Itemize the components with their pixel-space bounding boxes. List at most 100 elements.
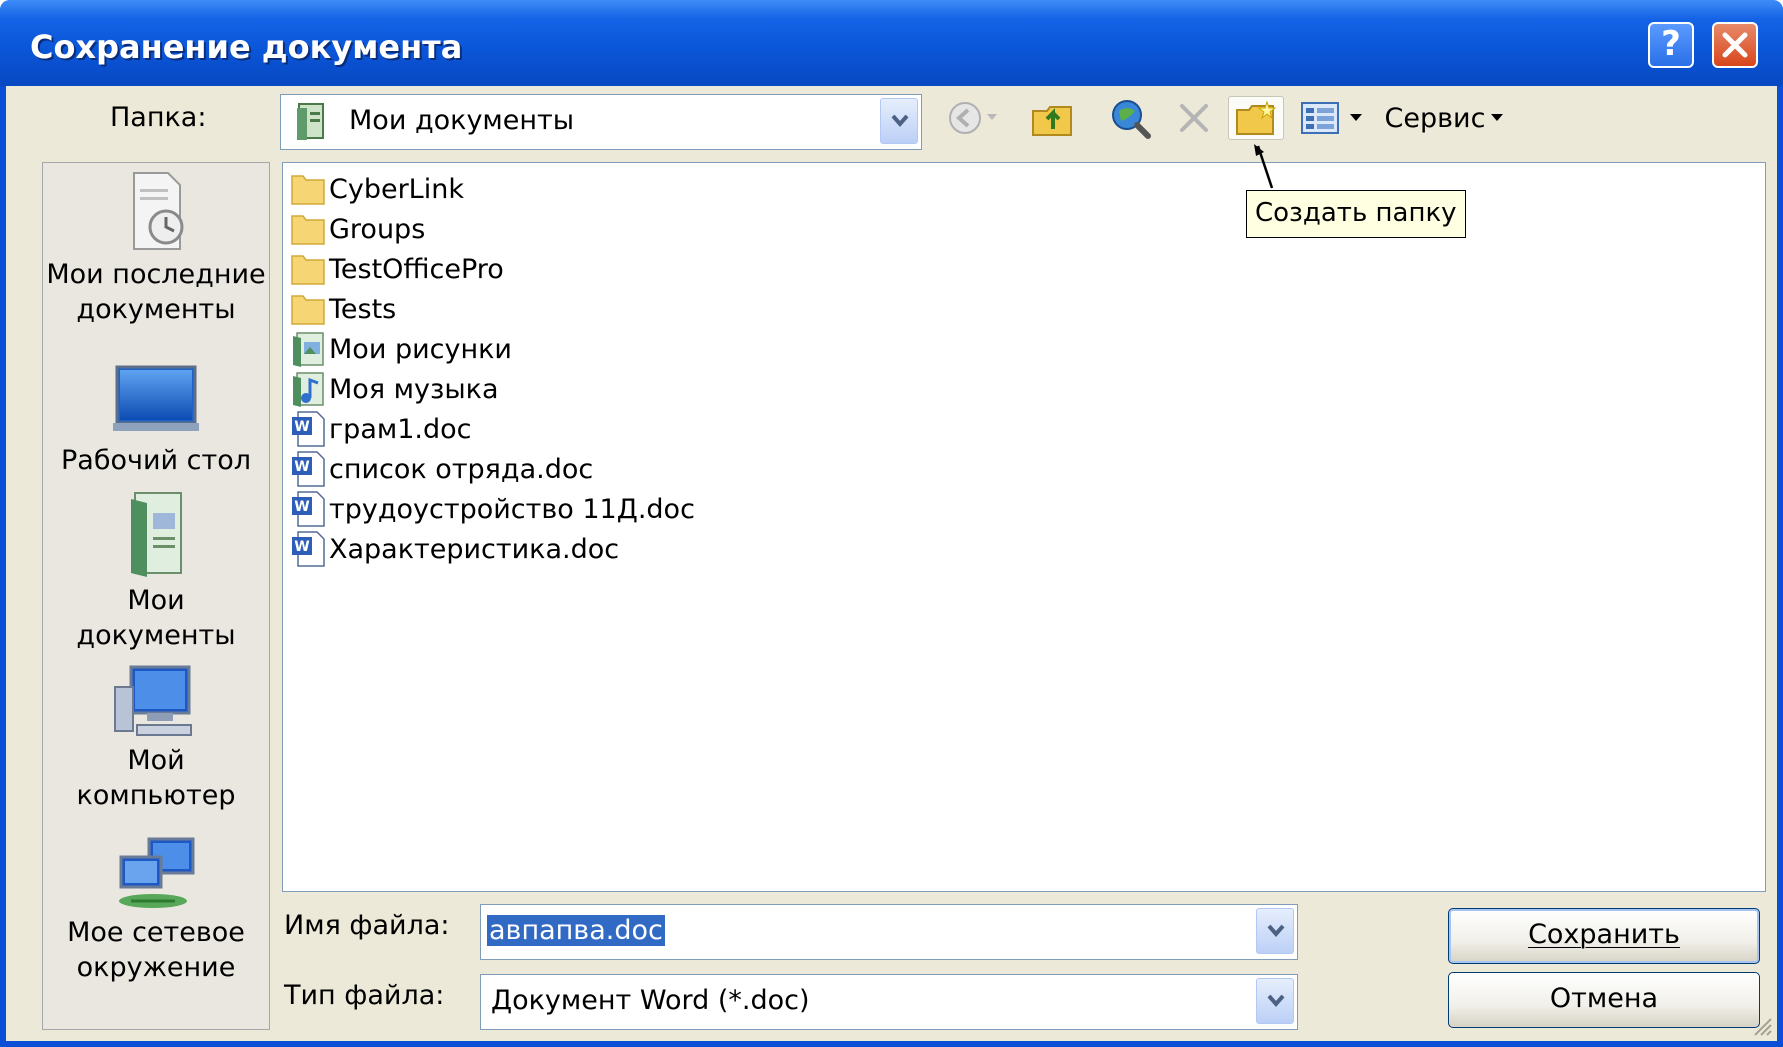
filename-dropdown-button[interactable] <box>1256 908 1294 954</box>
chevron-down-icon <box>1267 924 1285 938</box>
filetype-value: Документ Word (*.doc) <box>491 985 810 1016</box>
places-bar: Мои последние документы Рабочий стол Мои… <box>42 162 270 1030</box>
cancel-button-label: Отмена <box>1549 983 1659 1014</box>
place-label: Мои последние <box>46 259 266 290</box>
list-item[interactable]: Tests <box>289 289 396 329</box>
list-item[interactable]: TestOfficePro <box>289 249 504 289</box>
file-name: Tests <box>329 293 397 325</box>
list-item[interactable]: Мои рисунки <box>289 329 512 369</box>
folder-icon <box>291 215 325 245</box>
file-name: Мои рисунки <box>329 333 512 365</box>
search-web-button[interactable] <box>1106 96 1154 140</box>
my-documents-icon <box>131 492 182 577</box>
save-button[interactable]: Сохранить <box>1448 908 1760 964</box>
place-label: окружение <box>76 952 236 983</box>
file-list[interactable]: CyberLink Groups TestOfficePro Tests Мои… <box>282 162 1766 892</box>
place-label: компьютер <box>76 780 236 811</box>
folder-icon <box>291 255 325 285</box>
filename-input[interactable]: авпапва.doc <box>487 915 665 946</box>
place-label: документы <box>76 294 236 325</box>
list-item[interactable]: W список отряда.doc <box>289 449 593 489</box>
my-documents-icon <box>297 103 324 140</box>
folder-label: Папка: <box>110 102 207 133</box>
file-name: грам1.doc <box>329 413 472 445</box>
close-icon <box>1722 32 1748 58</box>
file-name: Моя музыка <box>329 373 499 405</box>
back-dropdown-icon <box>987 114 997 120</box>
filetype-dropdown-button[interactable] <box>1256 978 1294 1024</box>
svg-text:W: W <box>294 459 309 475</box>
word-document-icon: W <box>292 411 325 447</box>
my-computer-icon <box>114 665 192 736</box>
chevron-down-icon <box>1267 994 1285 1008</box>
filetype-label: Тип файла: <box>284 980 445 1011</box>
list-item[interactable]: Моя музыка <box>289 369 499 409</box>
pictures-folder-icon <box>293 332 324 367</box>
current-folder-value: Мои документы <box>349 105 575 136</box>
window-title: Сохранение документа <box>30 28 463 66</box>
folder-icon <box>291 175 325 205</box>
list-item[interactable]: W Характеристика.doc <box>289 529 619 569</box>
tooltip: Создать папку <box>1246 190 1466 238</box>
delete-icon <box>1180 104 1208 132</box>
svg-text:W: W <box>294 419 309 435</box>
place-label: Мой <box>127 745 185 776</box>
tools-menu-label: Сервис <box>1384 102 1486 134</box>
file-name: CyberLink <box>329 173 464 205</box>
word-document-icon: W <box>292 491 325 527</box>
save-dialog: Сохранение документа ? Папка: Мои докуме… <box>0 0 1783 1047</box>
save-button-label: Сохранить <box>1528 919 1680 950</box>
views-button[interactable] <box>1296 96 1366 140</box>
help-button[interactable]: ? <box>1648 22 1694 68</box>
recent-documents-icon <box>133 172 184 250</box>
chevron-down-icon <box>891 114 909 128</box>
place-my-computer[interactable]: Мой компьютер <box>43 663 269 813</box>
file-name: список отряда.doc <box>329 453 594 485</box>
search-web-icon <box>1112 100 1151 139</box>
word-document-icon: W <box>292 531 325 567</box>
svg-text:W: W <box>294 499 309 515</box>
network-places-icon <box>119 837 195 908</box>
word-document-icon: W <box>292 451 325 487</box>
place-network[interactable]: Мое сетевое окружение <box>43 835 269 985</box>
list-item[interactable]: W грам1.doc <box>289 409 472 449</box>
list-item[interactable]: W трудоустройство 11Д.doc <box>289 489 695 529</box>
up-folder-icon <box>1032 106 1072 136</box>
resize-grip-icon[interactable] <box>1751 1015 1773 1037</box>
folder-combobox[interactable]: Мои документы <box>280 94 922 150</box>
place-desktop[interactable]: Рабочий стол <box>43 363 269 478</box>
filename-label: Имя файла: <box>284 910 450 941</box>
delete-button[interactable] <box>1172 96 1216 140</box>
views-dropdown-icon <box>1350 114 1362 121</box>
new-folder-icon <box>1236 100 1277 135</box>
desktop-icon <box>113 365 199 431</box>
place-recent-documents[interactable]: Мои последние документы <box>43 169 269 327</box>
filename-combobox[interactable]: авпапва.doc <box>480 904 1298 960</box>
new-folder-button[interactable] <box>1228 96 1284 140</box>
back-icon <box>949 102 981 134</box>
close-button[interactable] <box>1712 22 1758 68</box>
place-label: Мое сетевое <box>67 917 245 948</box>
place-label: документы <box>76 620 236 651</box>
views-icon <box>1301 102 1339 134</box>
music-folder-icon <box>293 372 324 407</box>
place-label: Рабочий стол <box>61 445 251 476</box>
up-folder-button[interactable] <box>1028 96 1078 140</box>
title-bar[interactable]: Сохранение документа ? <box>0 0 1783 86</box>
cancel-button[interactable]: Отмена <box>1448 972 1760 1028</box>
file-name: трудоустройство 11Д.doc <box>329 493 695 525</box>
back-button[interactable] <box>944 96 1000 140</box>
svg-text:W: W <box>294 539 309 555</box>
file-name: Характеристика.doc <box>329 533 620 565</box>
list-item[interactable]: Groups <box>289 209 425 249</box>
place-label: Мои <box>127 585 185 616</box>
folder-dropdown-button[interactable] <box>880 98 918 144</box>
file-name: Groups <box>329 213 426 245</box>
folder-icon <box>291 295 325 325</box>
filetype-combobox[interactable]: Документ Word (*.doc) <box>480 974 1298 1030</box>
list-item[interactable]: CyberLink <box>289 169 464 209</box>
file-name: TestOfficePro <box>329 253 504 285</box>
tools-menu-button[interactable]: Сервис <box>1380 96 1508 140</box>
tools-dropdown-icon <box>1491 114 1504 121</box>
place-my-documents[interactable]: Мои документы <box>43 489 269 653</box>
